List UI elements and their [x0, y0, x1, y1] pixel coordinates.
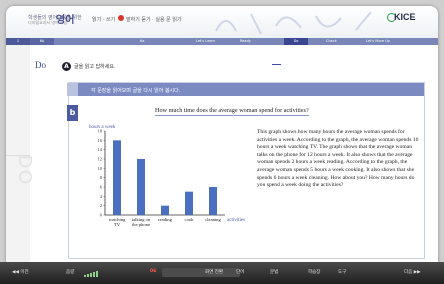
x-category-label: the phone: [132, 222, 150, 227]
y-tick-label: 18: [98, 129, 103, 134]
prev-button[interactable]: ◀◀ 이전: [12, 269, 29, 275]
tool-word-button[interactable]: 단어: [236, 269, 244, 275]
question-text: How much time does the average woman spe…: [155, 107, 309, 116]
bar-chart: hours a week024681012141618watchingTVtal…: [89, 125, 245, 227]
instruction-bar: 각 문장을 읽어보며 글을 다시 읽어 봅시다.: [69, 83, 424, 96]
side-strip: DO: [6, 45, 35, 268]
lesson-marker-icon: [118, 15, 124, 21]
step-a-tab[interactable]: [67, 83, 78, 96]
page-number: 06: [150, 269, 157, 274]
bar-1: [137, 159, 145, 215]
tab-unit[interactable]: 6A: [30, 38, 54, 45]
kice-logo: KICE: [394, 12, 416, 22]
tab-check[interactable]: Check: [326, 38, 337, 45]
tab-lets-learn[interactable]: Let's Learn: [196, 38, 215, 45]
next-button[interactable]: 다음 ▶▶: [404, 269, 421, 275]
y-tick-label: 6: [100, 185, 103, 190]
nav-bar: 1 6A 6a Let's Learn Ready Do Check Let's…: [6, 38, 438, 45]
reading-paragraph: This graph shows how many hours the aver…: [257, 129, 419, 189]
tab-unit-number[interactable]: 1: [6, 38, 30, 45]
pen-mark-icon: [272, 64, 281, 65]
y-tick-label: 16: [98, 138, 103, 143]
x-category-label: reading: [158, 217, 172, 222]
lesson-sub-label: 말하기 듣기 · 실용 문 읽기: [126, 17, 182, 23]
page-indicator-bg: [162, 268, 240, 277]
footer-toolbar: ◀◀ 이전 음량 06 화면 전환 단어 문법 학습장 도구 다음 ▶▶: [0, 262, 444, 284]
y-tick-label: 8: [100, 175, 103, 180]
x-category-label: cleaning: [205, 217, 221, 222]
tab-6a[interactable]: 6a: [140, 38, 144, 45]
x-category-label: cook: [185, 217, 195, 222]
bar-2: [161, 205, 169, 215]
tool-grammar-button[interactable]: 문법: [270, 269, 278, 275]
lesson-label: 읽기 · 쓰기: [92, 17, 116, 23]
activity-card: 각 문장을 읽어보며 글을 다시 읽어 봅시다. b How much time…: [67, 82, 425, 259]
tab-do[interactable]: Do: [284, 38, 308, 45]
bar-3: [185, 191, 193, 215]
section-title: Do: [35, 60, 46, 70]
y-axis-title: hours a week: [89, 125, 116, 130]
x-axis-title: activities: [227, 218, 245, 223]
y-tick-label: 4: [100, 194, 103, 199]
y-tick-label: 12: [98, 157, 103, 162]
instruction-a: 글을 읽고 답하세요.: [74, 64, 116, 70]
tool-screen-button[interactable]: 화면 전환: [205, 269, 223, 275]
header-decoration-icon: [215, 11, 372, 35]
strip-watermark: DO: [15, 155, 35, 186]
x-category-label: TV: [114, 222, 121, 227]
y-tick-label: 2: [100, 203, 102, 208]
y-tick-label: 0: [100, 213, 103, 218]
volume-icon[interactable]: 음량: [66, 269, 74, 275]
app-window: 학생들의 영어교육을 위한 디지털교과서 영어 학습 영어 읽기 · 쓰기 말하…: [6, 6, 438, 274]
instruction-b: 각 문장을 읽어보며 글을 다시 읽어 봅시다.: [91, 88, 181, 94]
step-a-badge[interactable]: A: [62, 62, 71, 71]
step-b-badge[interactable]: b: [67, 105, 78, 121]
subject-title: 영어: [56, 15, 75, 26]
volume-bars-icon[interactable]: [84, 270, 104, 277]
y-tick-label: 14: [98, 147, 103, 152]
bar-4: [209, 187, 217, 215]
tab-ready[interactable]: Ready: [240, 38, 251, 45]
tool-tools-button[interactable]: 도구: [338, 269, 346, 275]
y-tick-label: 10: [98, 166, 103, 171]
bar-0: [113, 140, 121, 215]
tool-notebook-button[interactable]: 학습장: [308, 269, 320, 275]
tab-more[interactable]: Let's More Up: [366, 38, 390, 45]
header: 학생들의 영어교육을 위한 디지털교과서 영어 학습 영어 읽기 · 쓰기 말하…: [6, 6, 438, 38]
